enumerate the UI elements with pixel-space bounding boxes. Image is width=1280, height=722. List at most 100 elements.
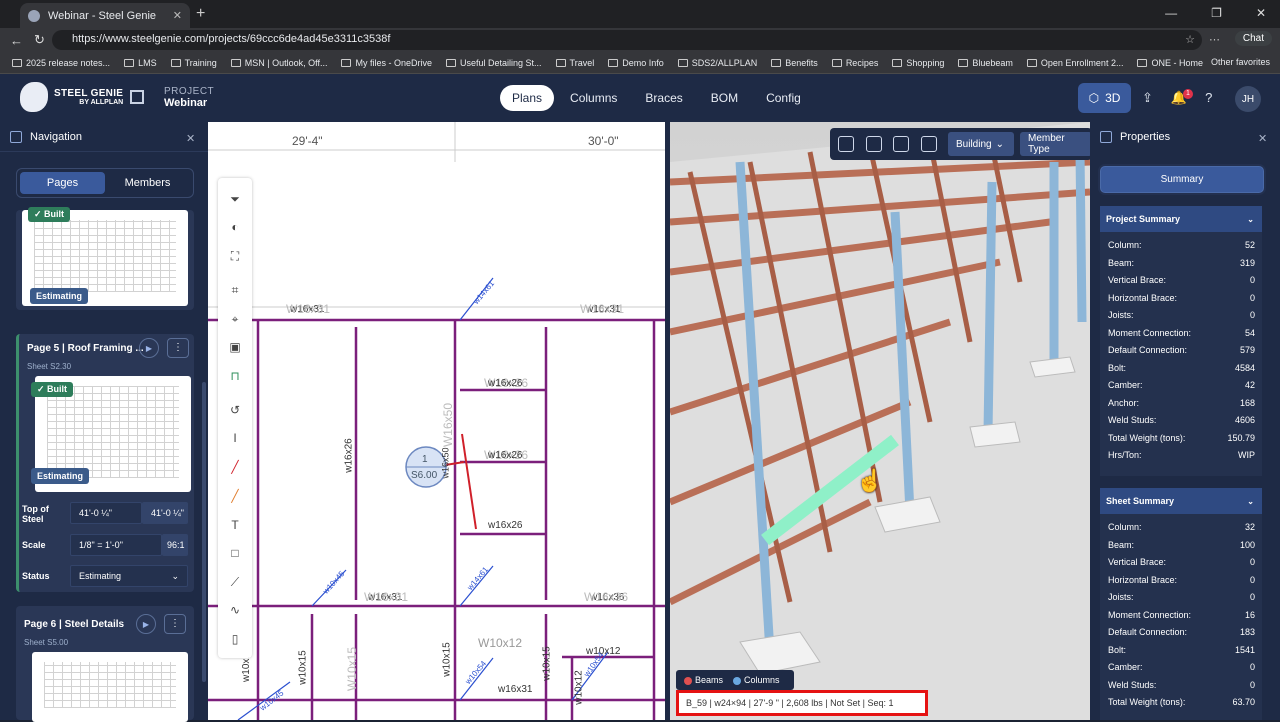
3d-toggle-button[interactable]: ⬡ 3D bbox=[1078, 83, 1131, 113]
plan-drawing-canvas[interactable]: 29'-4" 30'-0" w16x31 W16x31 w16x31 W16x3… bbox=[208, 122, 666, 720]
summary-value: 4606 bbox=[1234, 415, 1255, 425]
avatar[interactable]: JH bbox=[1235, 86, 1261, 112]
top-of-steel-value[interactable]: 41'-0 ¼" bbox=[142, 502, 188, 524]
reload-icon[interactable]: ↻ bbox=[34, 32, 48, 48]
beam-label[interactable]: w10x15 bbox=[442, 642, 453, 676]
scale-input[interactable]: 1/8" = 1'-0" bbox=[70, 534, 162, 556]
lock-icon[interactable]: ⊓ bbox=[228, 369, 242, 383]
beam-label[interactable]: w16x26 bbox=[488, 450, 522, 461]
pin-icon[interactable]: ⌖ bbox=[228, 312, 242, 326]
legend-columns[interactable]: Columns bbox=[733, 675, 780, 685]
top-of-steel-input[interactable]: 41'-0 ¼" bbox=[70, 502, 142, 524]
beam-label[interactable]: w16x26 bbox=[488, 378, 522, 389]
bookmark-item[interactable]: Training bbox=[170, 58, 217, 68]
beam-label[interactable]: w16x31 bbox=[498, 684, 532, 695]
bookmark-item[interactable]: Bluebeam bbox=[958, 58, 1013, 68]
bookmark-item[interactable]: 2025 release notes... bbox=[12, 58, 110, 68]
sheet-summary-header[interactable]: Sheet Summary ⌄ bbox=[1100, 488, 1262, 514]
bookmark-item[interactable]: Shopping bbox=[892, 58, 944, 68]
brace-line-icon[interactable]: ╱ bbox=[228, 460, 242, 474]
tab-bom[interactable]: BOM bbox=[699, 85, 750, 111]
line-tool-icon[interactable]: ╱ bbox=[228, 489, 242, 503]
split-view-icon[interactable]: ▯ bbox=[228, 632, 242, 646]
status-select[interactable]: Estimating ⌄ bbox=[70, 565, 188, 587]
bookmark-item[interactable]: Open Enrollment 2... bbox=[1026, 58, 1123, 68]
new-tab-icon[interactable]: + bbox=[196, 5, 205, 23]
bookmark-item[interactable]: Benefits bbox=[771, 58, 818, 68]
bookmark-item[interactable]: My files - OneDrive bbox=[341, 58, 432, 68]
member-type-dropdown[interactable]: Member Type bbox=[1020, 132, 1092, 156]
bookmark-item[interactable]: Demo Info bbox=[608, 58, 664, 68]
fit-screen-icon[interactable]: ⛶ bbox=[228, 249, 242, 263]
browser-tab[interactable]: Webinar - Steel Genie ✕ bbox=[20, 3, 190, 28]
palette-icon[interactable]: ◐ bbox=[228, 220, 242, 234]
chat-button[interactable]: Chat bbox=[1234, 31, 1272, 46]
text-tool-icon[interactable]: T bbox=[228, 518, 242, 532]
back-icon[interactable]: ← bbox=[10, 33, 24, 48]
scale-ratio[interactable]: 96:1 bbox=[162, 534, 188, 556]
top-view-icon[interactable] bbox=[866, 136, 882, 152]
tab-columns[interactable]: Columns bbox=[558, 85, 629, 111]
3d-model-view[interactable]: ☝ bbox=[670, 122, 1090, 720]
tab-braces[interactable]: Braces bbox=[633, 85, 694, 111]
bookmark-item[interactable]: MSN | Outlook, Off... bbox=[230, 58, 327, 68]
measure-icon[interactable]: ⟋ bbox=[228, 575, 242, 589]
text-box-icon[interactable]: ▣ bbox=[228, 340, 242, 354]
beam-label[interactable]: w10x15 bbox=[298, 650, 309, 684]
crop-icon[interactable]: ⌗ bbox=[228, 283, 242, 297]
favorites-star-icon[interactable]: ☆ bbox=[1185, 33, 1195, 46]
navigation-scrollbar[interactable] bbox=[202, 382, 206, 682]
close-window-icon[interactable]: ✕ bbox=[1256, 6, 1266, 20]
tab-plans[interactable]: Plans bbox=[500, 85, 555, 111]
polyline-icon[interactable]: ∿ bbox=[228, 603, 242, 617]
more-menu-icon[interactable]: ⋮ bbox=[164, 614, 186, 634]
bookmark-item[interactable]: LMS bbox=[124, 58, 157, 68]
beam-label[interactable]: w10x12 bbox=[574, 670, 585, 704]
building-dropdown[interactable]: Building ⌄ bbox=[948, 132, 1014, 156]
bookmark-item[interactable]: Useful Detailing St... bbox=[445, 58, 542, 68]
front-view-icon[interactable] bbox=[921, 136, 937, 152]
bookmark-item[interactable]: SDS2/ALLPLAN bbox=[677, 58, 757, 68]
close-tab-icon[interactable]: ✕ bbox=[173, 9, 182, 22]
beam-tool-icon[interactable]: I bbox=[228, 431, 242, 445]
built-badge: ✓ Built bbox=[28, 207, 71, 222]
close-navigation-icon[interactable]: ✕ bbox=[186, 132, 195, 145]
beam-label[interactable]: w10x15 bbox=[542, 646, 553, 680]
tab-config[interactable]: Config bbox=[754, 85, 813, 111]
filter-icon[interactable]: ⏷ bbox=[228, 192, 242, 206]
properties-header: Properties bbox=[1090, 122, 1280, 152]
segment-pages[interactable]: Pages bbox=[20, 172, 105, 194]
project-summary-header[interactable]: Project Summary ⌄ bbox=[1100, 206, 1262, 232]
bookmark-item[interactable]: Travel bbox=[555, 58, 594, 68]
side-view-icon[interactable] bbox=[893, 136, 909, 152]
beam-label[interactable]: w16x26 bbox=[344, 438, 355, 472]
extensions-icon[interactable]: ⋯ bbox=[1209, 33, 1220, 46]
summary-button[interactable]: Summary bbox=[1100, 166, 1264, 193]
url-field[interactable]: https://www.steelgenie.com/projects/69cc… bbox=[52, 30, 1202, 50]
close-properties-icon[interactable]: ✕ bbox=[1258, 132, 1267, 145]
rectangle-icon[interactable]: □ bbox=[228, 546, 242, 560]
maximize-icon[interactable]: ❐ bbox=[1211, 6, 1222, 20]
page-card-4[interactable]: ✓ Built Estimating bbox=[16, 207, 194, 310]
steel-genie-logo[interactable]: STEEL GENIE BY ALLPLAN bbox=[20, 82, 123, 112]
help-icon[interactable]: ? bbox=[1205, 90, 1212, 106]
bookmark-item[interactable]: ONE - Home bbox=[1137, 58, 1203, 68]
play-icon[interactable]: ▶ bbox=[139, 338, 159, 358]
beam-label[interactable]: w16x26 bbox=[488, 520, 522, 531]
iso-view-icon[interactable] bbox=[838, 136, 854, 152]
home-icon[interactable] bbox=[130, 90, 144, 104]
share-icon[interactable]: ⇪ bbox=[1142, 90, 1153, 106]
summary-row: Horizontal Brace: 0 bbox=[1108, 575, 1255, 585]
bookmark-item[interactable]: Recipes bbox=[831, 58, 878, 68]
summary-value: 52 bbox=[1244, 240, 1255, 250]
segment-members[interactable]: Members bbox=[105, 172, 190, 194]
play-icon[interactable]: ▶ bbox=[136, 614, 156, 634]
minimize-icon[interactable]: — bbox=[1165, 6, 1177, 20]
legend-beams[interactable]: Beams bbox=[684, 675, 723, 685]
other-favorites[interactable]: Other favorites bbox=[1211, 57, 1270, 67]
more-menu-icon[interactable]: ⋮ bbox=[167, 338, 189, 358]
page-card-6[interactable]: Page 6 | Steel Details Sheet S5.00 ▶ ⋮ bbox=[16, 606, 194, 722]
beam-label[interactable]: w16x50 bbox=[441, 447, 451, 478]
history-icon[interactable]: ↺ bbox=[228, 403, 242, 417]
summary-value: 183 bbox=[1239, 627, 1255, 637]
